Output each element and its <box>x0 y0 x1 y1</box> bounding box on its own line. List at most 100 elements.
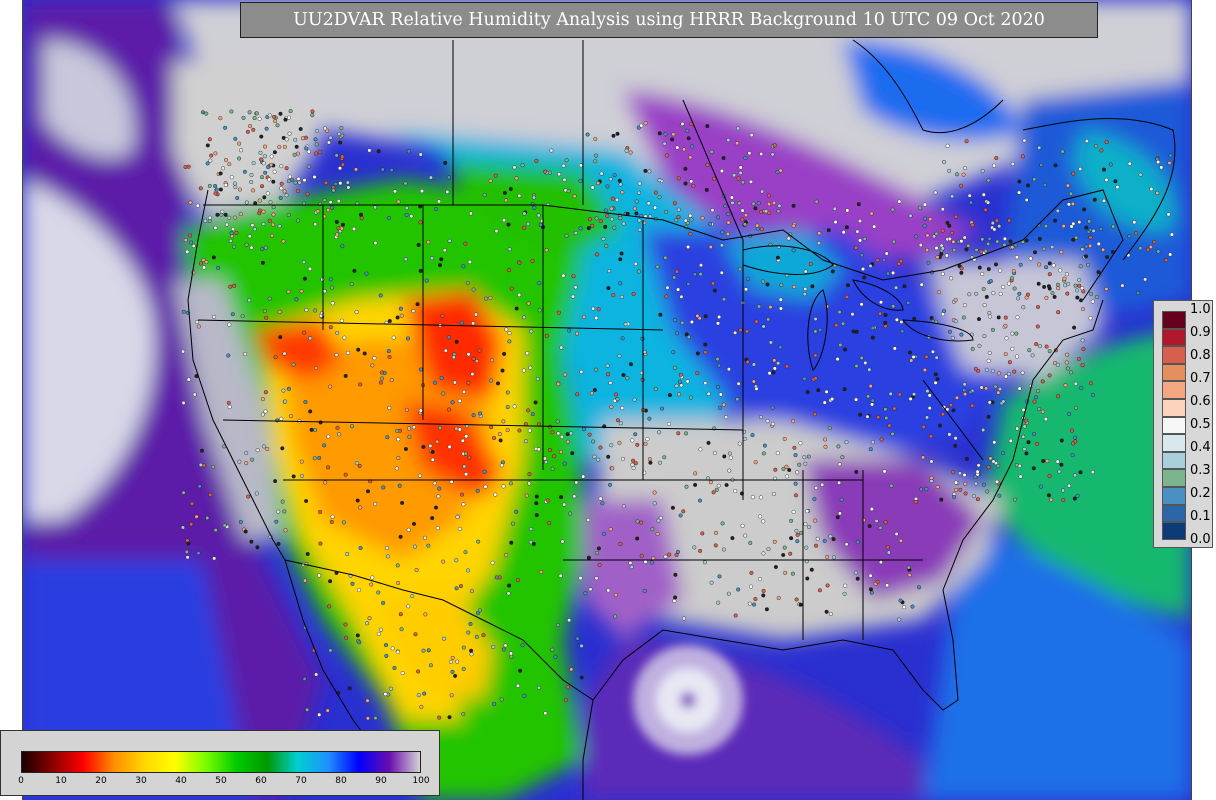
observation-dot <box>488 178 493 183</box>
observation-dot <box>581 474 586 479</box>
observation-dot <box>752 602 757 607</box>
observation-dot <box>962 382 967 387</box>
observation-dot <box>721 547 726 552</box>
observation-dot <box>867 524 872 529</box>
observation-dot <box>706 440 711 445</box>
observation-value-legend: 1.0 0.9 0.8 0.7 0.6 0.5 0.4 0.3 0.2 0.1 0.0 <box>1153 300 1213 548</box>
observation-dot <box>1037 236 1042 241</box>
observation-dot <box>594 576 599 581</box>
map-area[interactable] <box>22 0 1192 800</box>
observation-dot <box>675 269 680 274</box>
observation-dot <box>1007 281 1012 286</box>
observation-dot <box>664 209 669 214</box>
observation-dot <box>467 455 472 460</box>
observation-dot <box>198 261 203 266</box>
observation-dot <box>1046 284 1051 289</box>
observation-dot <box>244 242 249 247</box>
observation-dot <box>993 384 998 389</box>
observation-dot <box>746 276 751 281</box>
observation-dot <box>727 451 732 456</box>
observation-dot <box>664 153 669 158</box>
observation-dot <box>276 541 281 546</box>
observation-dot <box>553 654 558 659</box>
observation-dot <box>566 189 571 194</box>
observation-dot <box>814 485 819 490</box>
observation-dot <box>775 451 780 456</box>
observation-dot <box>1026 440 1031 445</box>
observation-dot <box>435 439 440 444</box>
observation-dot <box>617 440 622 445</box>
observation-dot <box>998 268 1003 273</box>
observation-dot <box>1091 228 1096 233</box>
observation-dot <box>534 513 539 518</box>
observation-dot <box>791 203 796 208</box>
observation-dot <box>262 309 267 314</box>
observation-dot <box>416 669 421 674</box>
observation-dot <box>254 111 259 116</box>
observation-dot <box>512 404 517 409</box>
observation-dot <box>245 129 250 134</box>
observation-dot <box>798 441 803 446</box>
observation-dot <box>761 324 766 329</box>
observation-dot <box>794 597 799 602</box>
observation-dot <box>868 264 873 269</box>
observation-dot <box>1113 179 1118 184</box>
observation-dot <box>988 456 993 461</box>
observation-dot <box>536 447 541 452</box>
legend-label: 0.0 <box>1190 532 1211 547</box>
observation-dot <box>1133 231 1138 236</box>
observation-dot <box>391 335 396 340</box>
observation-dot <box>232 215 237 220</box>
observation-dot <box>335 232 340 237</box>
observation-dot <box>637 181 642 186</box>
observation-dot <box>676 214 681 219</box>
observation-dot <box>992 227 997 232</box>
observation-dot <box>882 258 887 263</box>
observation-dot <box>1027 348 1032 353</box>
observation-dot <box>841 321 846 326</box>
observation-dot <box>181 400 186 405</box>
observation-dot <box>534 501 539 506</box>
observation-dot <box>1093 144 1098 149</box>
observation-dot <box>990 368 995 373</box>
observation-dot <box>874 519 879 524</box>
observation-dot <box>299 459 304 464</box>
observation-dot <box>1035 324 1040 329</box>
observation-dot <box>940 207 945 212</box>
observation-dot <box>845 294 850 299</box>
observation-dot <box>987 351 992 356</box>
observation-dot <box>1020 154 1025 159</box>
observation-dot <box>220 166 225 171</box>
observation-dot <box>759 495 764 500</box>
observation-dot <box>611 133 616 138</box>
observation-dot <box>950 336 955 341</box>
observation-dot <box>983 207 988 212</box>
observation-dot <box>1004 374 1009 379</box>
observation-dot <box>883 320 888 325</box>
observation-dot <box>760 189 765 194</box>
observation-dot <box>984 294 989 299</box>
observation-dot <box>637 227 642 232</box>
observation-dot <box>995 239 1000 244</box>
observation-dot <box>442 636 447 641</box>
observation-dot <box>643 168 648 173</box>
observation-dot <box>684 484 689 489</box>
observation-dot <box>759 209 764 214</box>
observation-dot <box>1080 247 1085 252</box>
observation-dot <box>628 560 633 565</box>
observation-dot <box>385 435 390 440</box>
observation-dot <box>222 523 227 528</box>
observation-dot <box>330 301 335 306</box>
observation-dot <box>648 460 653 465</box>
observation-dot <box>744 213 749 218</box>
observation-dot <box>534 158 539 163</box>
observation-dot <box>609 404 614 409</box>
observation-dot <box>536 685 541 690</box>
observation-dot <box>328 648 333 653</box>
observation-dot <box>716 321 721 326</box>
observation-dot <box>947 168 952 173</box>
observation-dot <box>770 421 775 426</box>
observation-dot <box>813 376 818 381</box>
observation-dot <box>785 474 790 479</box>
colorbar-tick: 70 <box>295 776 307 786</box>
